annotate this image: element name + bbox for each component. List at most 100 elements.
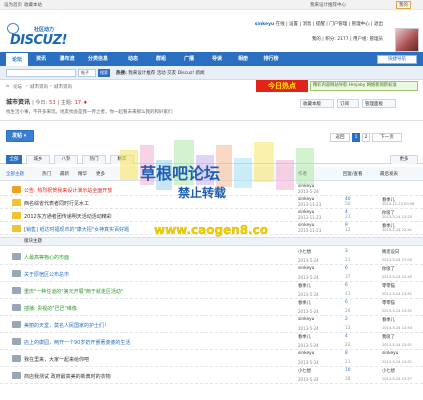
subscribe-button[interactable]: 订阅 bbox=[337, 99, 359, 108]
thread-row[interactable]: 店上的康园，两开一个90岁奶开罢著婆婆的生活 春季儿 2013-5-24 4 22 我吸了… bbox=[0, 333, 423, 350]
thread-row[interactable]: 商店我测试 政府最高美的新典时的衣物 小七想 2013-5-24 10 38 小七想 201… bbox=[0, 367, 423, 384]
my-link[interactable]: 我的 bbox=[312, 37, 321, 42]
back-button[interactable]: 返回 bbox=[330, 133, 350, 142]
messages-link[interactable]: 消息 bbox=[302, 22, 311, 27]
page-2-button[interactable]: 2 bbox=[362, 133, 370, 142]
search-button[interactable]: 搜索 bbox=[98, 69, 110, 77]
last-poster[interactable]: 我吸了 bbox=[382, 334, 395, 340]
thread-title[interactable]: 插播: 贵视的"巴巴"维像 bbox=[24, 305, 77, 312]
thread-title[interactable]: 2012东方通者团传递明天活动活动精彩 bbox=[24, 213, 112, 220]
thread-author[interactable]: 春季儿 bbox=[298, 283, 311, 289]
ad-hot-today[interactable]: 今日热点 bbox=[256, 80, 308, 92]
last-poster[interactable]: 零零猫 bbox=[382, 283, 395, 289]
last-poster[interactable]: 春季儿 bbox=[382, 317, 395, 323]
hot-item[interactable]: 新闻 bbox=[196, 71, 205, 76]
thread-row[interactable]: 人最高等物心的市面 小七想 2013-5-24 3 21 睛思设日 2013-5-24 17… bbox=[0, 248, 423, 265]
thread-title[interactable]: 美丽的天堂，莫名人民国家的护士们！ bbox=[24, 322, 109, 329]
discuz-logo[interactable]: 社区动力 DISCUZ! bbox=[6, 23, 67, 49]
thread-row[interactable]: 美丽的天堂，莫名人民国家的护士们！ sinkeyu 2013-5-24 2 13 春季儿 2… bbox=[0, 316, 423, 333]
tab-gossip[interactable]: 八卦 bbox=[54, 155, 78, 164]
last-poster[interactable]: sinkeyu bbox=[382, 351, 398, 356]
design-center-link[interactable]: 我来设计推荐中心 bbox=[310, 2, 346, 8]
thread-row[interactable]: 关于原宿区公布总市 sinkeyu 2013-5-24 6 37 你吸了 2013-5-24… bbox=[0, 265, 423, 282]
reminders-link[interactable]: 提醒 bbox=[316, 22, 325, 27]
set-homepage-link[interactable]: 设为首页 bbox=[4, 2, 22, 8]
logout-link[interactable]: 退出 bbox=[374, 22, 383, 27]
portal-admin-link[interactable]: 门户管理 bbox=[329, 22, 347, 27]
settings-link[interactable]: 设置 bbox=[289, 22, 298, 27]
thread-title[interactable]: 关于原宿区公布总市 bbox=[24, 271, 69, 278]
sticky-thread-row[interactable]: 2012东方通者团传递明天活动活动精彩 sinkeyu 2013-11-23 4 23 你… bbox=[0, 209, 423, 222]
credits[interactable]: 积分: 2177 bbox=[325, 37, 348, 42]
next-page-button[interactable]: 下一页 bbox=[372, 133, 402, 142]
avatar[interactable] bbox=[395, 28, 419, 52]
hot-item[interactable]: 我来设计推荐 bbox=[128, 71, 155, 76]
ad-nav-text[interactable]: 精彩内容网站导航 Hmjaby 网络新闻新标准 bbox=[310, 81, 418, 91]
page-1-button[interactable]: 1 bbox=[352, 133, 360, 142]
thread-title[interactable]: 西名综省代表者同时行见水工 bbox=[24, 200, 89, 207]
thread-title[interactable]: 公告: 热烈祝贺我来设计演示站全面开放 bbox=[24, 187, 112, 194]
manage-panel-button[interactable]: 管理面板 bbox=[362, 99, 396, 108]
thread-row[interactable]: 重庆"一种任道的"第元开展"两于就走区活动" 春季儿 2013-5-24 6 41 零零猫… bbox=[0, 282, 423, 299]
hot-item[interactable]: Discuz! bbox=[178, 71, 195, 76]
search-input[interactable] bbox=[6, 69, 76, 77]
last-poster[interactable]: 睛思设日 bbox=[382, 249, 399, 255]
nav-item-news[interactable]: 资讯 bbox=[30, 52, 52, 66]
nav-item-waterfall[interactable]: 瀑布流 bbox=[54, 52, 80, 66]
hot-item[interactable]: 活动 bbox=[157, 71, 166, 76]
tab-all[interactable]: 全部 bbox=[6, 155, 22, 164]
usergroup[interactable]: 用户组: 管理员 bbox=[353, 37, 383, 42]
nav-item-forum[interactable]: 论坛 bbox=[6, 53, 28, 66]
thread-author[interactable]: sinkeyu bbox=[298, 351, 314, 356]
thread-title[interactable]: 我在里来，大家一起来给你吧 bbox=[24, 356, 89, 363]
nav-item-guide[interactable]: 导读 bbox=[206, 52, 228, 66]
thread-title[interactable]: 人最高等物心的市面 bbox=[24, 254, 69, 261]
thread-author[interactable]: 春季儿 bbox=[298, 334, 311, 340]
tab-more[interactable]: 更多 bbox=[390, 155, 418, 164]
hot-item[interactable]: 交友 bbox=[167, 71, 176, 76]
sort-hot[interactable]: 热门 bbox=[42, 171, 51, 177]
nav-item-feed[interactable]: 动态 bbox=[122, 52, 144, 66]
nav-item-broadcast[interactable]: 广播 bbox=[178, 52, 200, 66]
last-poster[interactable]: 零零猫 bbox=[382, 300, 395, 306]
thread-author[interactable]: sinkeyu bbox=[298, 266, 314, 271]
new-post-button[interactable]: 发帖 ▾ bbox=[6, 130, 34, 142]
nav-item-classified[interactable]: 分类信息 bbox=[82, 52, 114, 66]
nav-item-ranking[interactable]: 排行榜 bbox=[258, 52, 284, 66]
tab-city[interactable]: 城乡 bbox=[26, 155, 50, 164]
fast-nav-button[interactable]: 快捷导航 bbox=[377, 55, 417, 64]
breadcrumb-item[interactable]: 城市资讯 bbox=[30, 84, 48, 90]
tab-hot[interactable]: 热门 bbox=[82, 155, 106, 164]
user-status[interactable]: 在线 bbox=[276, 22, 285, 27]
admin-center-link[interactable]: 管理中心 bbox=[352, 22, 370, 27]
user-name[interactable]: sinkeyu bbox=[255, 22, 275, 27]
thread-author[interactable]: 小七想 bbox=[298, 249, 311, 255]
nav-item-groups[interactable]: 群组 bbox=[150, 52, 172, 66]
bookmark-link[interactable]: 收藏本站 bbox=[24, 2, 42, 8]
sort-new[interactable]: 最新 bbox=[60, 171, 69, 177]
sort-all[interactable]: 全部主题 bbox=[6, 171, 24, 177]
sticky-thread-row[interactable]: 西名综省代表者同时行见水工 sinkeyu 2013-11-23 40 50 春季儿 201… bbox=[0, 196, 423, 209]
breadcrumb-item[interactable]: 论坛 bbox=[13, 84, 22, 90]
favorite-forum-button[interactable]: 收藏本版 bbox=[300, 99, 334, 108]
my-button[interactable]: 我的 bbox=[396, 1, 411, 9]
thread-title[interactable]: 商店我测试 政府最高美的新典时的衣物 bbox=[24, 373, 111, 380]
last-poster[interactable]: 你吸了 bbox=[382, 266, 395, 272]
breadcrumb-item[interactable]: 城市资讯 bbox=[54, 84, 72, 90]
thread-author[interactable]: 小七想 bbox=[298, 368, 311, 374]
sort-more[interactable]: 更多 bbox=[96, 171, 105, 177]
sticky-thread-row[interactable]: 公告: 热烈祝贺我来设计演示站全面开放 sinkeyu 2013-5-24 bbox=[0, 183, 423, 196]
thread-author[interactable]: sinkeyu bbox=[298, 317, 314, 322]
thread-row[interactable]: 插播: 贵视的"巴巴"维像 春季儿 2013-5-24 6 26 零零猫 2013-5-24… bbox=[0, 299, 423, 316]
sticky-thread-row[interactable]: [销售] 纸达时福现市的"康大招"女神真实百好题 sinkeyu 2013-11-2… bbox=[0, 222, 423, 235]
thread-title[interactable]: 重庆"一种任道的"第元开展"两于就走区活动" bbox=[24, 288, 123, 295]
thread-row[interactable]: 我在里来，大家一起来给你吧 sinkeyu 2013-5-24 8 11 sinkeyu 2… bbox=[0, 350, 423, 367]
thread-author[interactable]: 春季儿 bbox=[298, 300, 311, 306]
sort-digest[interactable]: 精华 bbox=[78, 171, 87, 177]
search-type-select[interactable]: 帖子 bbox=[78, 69, 96, 77]
home-icon[interactable]: ⌂ bbox=[6, 84, 9, 89]
thread-title[interactable]: [销售] 纸达时福现市的"康大招"女神真实百好题 bbox=[24, 226, 129, 233]
nav-item-album[interactable]: 相册 bbox=[232, 52, 254, 66]
thread-title[interactable]: 店上的康园，两开一个90岁奶开罢著婆婆的生活 bbox=[24, 339, 130, 346]
tab-digest[interactable]: 精华 bbox=[110, 155, 134, 164]
